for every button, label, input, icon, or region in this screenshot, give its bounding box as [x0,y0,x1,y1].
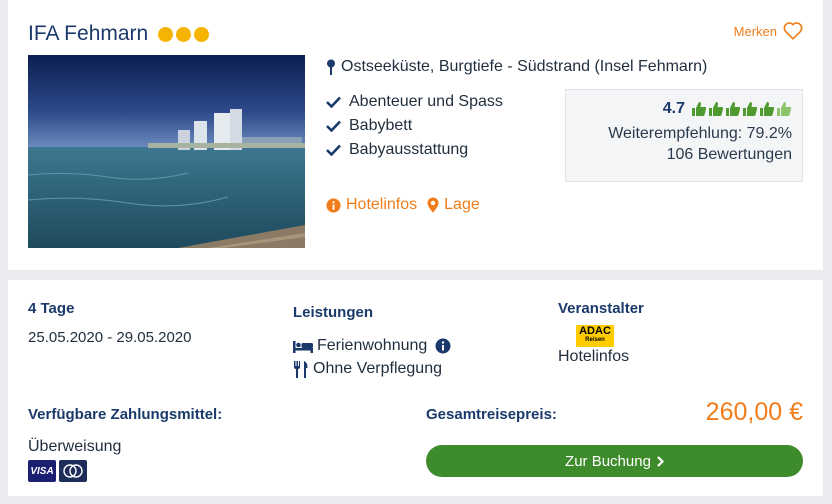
save-button[interactable]: Merken [734,22,803,40]
info-icon [326,197,341,213]
hotelinfos-label: Hotelinfos [346,196,418,213]
list-item: Babyausstattung [326,138,503,162]
hotelinfos-link[interactable]: Hotelinfos [326,196,417,214]
info-icon[interactable] [435,338,451,354]
total-price: 260,00 € [705,398,803,426]
hotel-photo[interactable] [28,55,305,248]
feature-label: Abenteuer und Spass [349,93,503,110]
payment-method: Überweisung [28,438,122,455]
star-icon [158,26,174,42]
thumbs-up-icon [692,102,707,116]
mastercard-icon [59,460,87,482]
lage-label: Lage [444,196,480,213]
save-label: Merken [733,23,777,39]
cutlery-icon [294,360,308,378]
board-type: Ohne Verpflegung [293,360,442,378]
review-count: 106 Bewertungen [666,146,792,163]
room-label: Ferienwohnung [317,337,428,354]
hotel-title-row: IFA Fehmarn [28,22,210,46]
list-item: Abenteuer und Spass [326,90,503,114]
heart-icon [783,22,803,40]
hotel-links: Hotelinfos Lage [326,196,480,214]
checkmark-icon [326,144,341,156]
feature-list: Abenteuer und Spass Babybett Babyausstat… [326,90,503,162]
feature-label: Babybett [349,117,413,134]
operator-heading: Veranstalter [558,300,644,317]
hotel-card: IFA Fehmarn Merken Ostseeküste, Burgtief… [8,0,823,270]
lage-link[interactable]: Lage [427,196,480,214]
adac-reisen-logo: ADAC Reisen [576,325,614,347]
rating-row: 4.7 [576,100,792,118]
checkmark-icon [326,96,341,108]
visa-icon: VISA [28,460,56,482]
hotel-stars [158,26,210,42]
thumbs-up-icon [726,102,741,116]
star-icon [176,26,192,42]
feature-label: Babyausstattung [349,141,469,158]
travel-dates: 25.05.2020 - 29.05.2020 [28,329,192,346]
rating-score: 4.7 [662,100,685,117]
chevron-right-icon [657,455,664,467]
thumbs-up-icon [709,102,724,116]
bed-icon [293,340,313,353]
thumbs-up-icon [760,102,775,116]
map-marker-icon [427,197,439,213]
location-text: Ostseeküste, Burgtiefe - Südstrand (Inse… [341,58,708,75]
services-heading: Leistungen [293,304,374,321]
logo-main: ADAC [579,325,611,337]
checkmark-icon [326,120,341,132]
map-pin-icon [327,59,335,75]
visa-label: VISA [30,465,54,477]
star-icon [194,26,210,42]
hotel-name[interactable]: IFA Fehmarn [28,22,148,46]
total-price-label: Gesamtreisepreis: [426,406,557,423]
payment-cards: VISA [28,460,87,482]
duration-label: 4 Tage [28,300,75,317]
list-item: Babybett [326,114,503,138]
rating-thumbs [691,101,792,117]
offer-card: 4 Tage 25.05.2020 - 29.05.2020 Leistunge… [8,280,823,496]
logo-sub: Reisen [585,337,605,343]
rating-box[interactable]: 4.7 Weiterempfehlung: 79.2% 106 Bewertun… [565,89,803,182]
room-type: Ferienwohnung [293,337,451,355]
board-label: Ohne Verpflegung [313,360,442,377]
booking-label: Zur Buchung [565,452,651,470]
operator-hotelinfos-link[interactable]: Hotelinfos [558,348,629,366]
payment-heading: Verfügbare Zahlungsmittel: [28,406,223,423]
recommendation-rate: Weiterempfehlung: 79.2% [608,125,792,142]
booking-button[interactable]: Zur Buchung [426,445,803,477]
hotel-location: Ostseeküste, Burgtiefe - Südstrand (Inse… [326,58,707,76]
thumbs-up-icon [777,102,792,116]
thumbs-up-icon [743,102,758,116]
